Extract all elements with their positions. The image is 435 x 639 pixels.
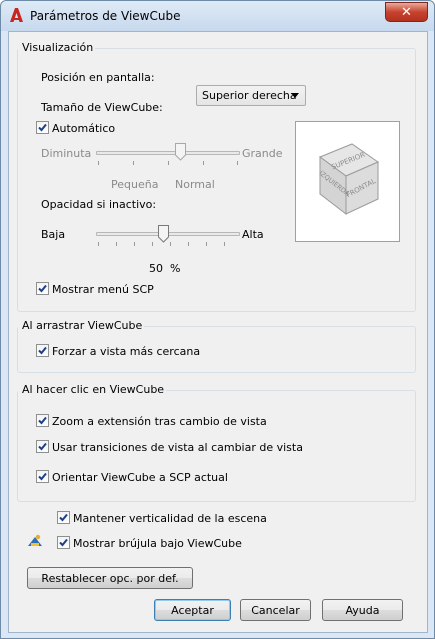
display-group-title: Visualización xyxy=(18,41,96,54)
dialog-client: Visualización Posición en pantalla: Supe… xyxy=(8,31,428,633)
show-compass-checkbox[interactable]: Mostrar brújula bajo ViewCube xyxy=(57,536,242,550)
zoom-extents-label: Zoom a extensión tras cambio de vista xyxy=(52,415,267,428)
size-slider-tick xyxy=(168,161,169,165)
size-slider-tick xyxy=(203,161,204,165)
checkmark-icon xyxy=(59,513,68,522)
size-slider-tick xyxy=(98,161,99,165)
drag-group-title: Al arrastrar ViewCube xyxy=(18,319,145,332)
size-slider-tick xyxy=(237,161,238,165)
view-transitions-checkbox-box[interactable] xyxy=(36,440,49,453)
show-ucs-menu-checkbox-box[interactable] xyxy=(36,282,49,295)
opacity-slider-tick xyxy=(134,242,135,246)
view-transitions-checkbox[interactable]: Usar transiciones de vista al cambiar de… xyxy=(36,440,303,454)
checkmark-icon xyxy=(59,538,68,547)
auto-size-label: Automático xyxy=(52,122,116,135)
zoom-extents-checkbox[interactable]: Zoom a extensión tras cambio de vista xyxy=(36,414,267,428)
size-slider-thumb[interactable] xyxy=(175,143,186,161)
show-ucs-menu-label: Mostrar menú SCP xyxy=(52,283,154,296)
orient-ucs-label: Orientar ViewCube a SCP actual xyxy=(52,471,228,484)
help-label: Ayuda xyxy=(345,603,380,617)
checkmark-icon xyxy=(38,472,47,481)
compass-icon xyxy=(28,534,42,546)
position-label: Posición en pantalla: xyxy=(41,71,155,84)
position-dropdown[interactable]: Superior derecha xyxy=(196,85,306,106)
viewcube-icon: SUPERIOR IZQUIERDA FRONTAL xyxy=(318,143,380,216)
viewcube-preview: SUPERIOR IZQUIERDA FRONTAL xyxy=(295,121,400,242)
ok-button[interactable]: Aceptar xyxy=(154,599,231,621)
keep-scene-upright-label: Mantener verticalidad de la escena xyxy=(73,512,267,525)
cancel-button[interactable]: Cancelar xyxy=(240,599,311,621)
opacity-value: 50 xyxy=(149,262,163,275)
show-compass-checkbox-box[interactable] xyxy=(57,536,70,549)
click-group-title: Al hacer clic en ViewCube xyxy=(18,383,167,396)
dialog-window: Parámetros de ViewCube ✕ Visualización P… xyxy=(0,0,435,639)
checkmark-icon xyxy=(38,416,47,425)
auto-size-checkbox[interactable]: Automático xyxy=(36,121,115,135)
size-max-label: Grande xyxy=(242,147,283,160)
show-compass-label: Mostrar brújula bajo ViewCube xyxy=(73,537,242,550)
zoom-extents-checkbox-box[interactable] xyxy=(36,414,49,427)
opacity-slider-tick xyxy=(152,242,153,246)
restore-defaults-label: Restablecer opc. por def. xyxy=(41,571,179,585)
snap-view-checkbox-box[interactable] xyxy=(36,344,49,357)
ok-label: Aceptar xyxy=(171,603,214,617)
show-ucs-menu-checkbox[interactable]: Mostrar menú SCP xyxy=(36,282,154,296)
auto-size-checkbox-box[interactable] xyxy=(36,121,49,134)
restore-defaults-button[interactable]: Restablecer opc. por def. xyxy=(27,567,193,589)
size-tick-normal-label: Normal xyxy=(175,178,215,191)
opacity-slider-tick xyxy=(170,242,171,246)
opacity-min-label: Baja xyxy=(41,228,66,241)
opacity-slider-tick xyxy=(98,242,99,246)
snap-view-label: Forzar a vista más cercana xyxy=(52,345,201,358)
opacity-label: Opacidad si inactivo: xyxy=(41,198,157,211)
opacity-slider-tick xyxy=(206,242,207,246)
size-slider-track[interactable] xyxy=(96,151,240,155)
size-slider-tick xyxy=(133,161,134,165)
size-label: Tamaño de ViewCube: xyxy=(41,101,163,114)
cancel-label: Cancelar xyxy=(251,603,300,617)
title-bar[interactable]: Parámetros de ViewCube ✕ xyxy=(1,1,434,31)
close-icon: ✕ xyxy=(401,4,412,20)
chevron-down-icon xyxy=(291,93,299,98)
snap-view-checkbox[interactable]: Forzar a vista más cercana xyxy=(36,344,200,358)
checkmark-icon xyxy=(38,123,47,132)
window-title: Parámetros de ViewCube xyxy=(30,9,181,23)
help-button[interactable]: Ayuda xyxy=(322,599,403,621)
drag-group: Al arrastrar ViewCube Forzar a vista más… xyxy=(17,319,416,373)
click-group: Al hacer clic en ViewCube Zoom a extensi… xyxy=(17,383,416,502)
close-button[interactable]: ✕ xyxy=(385,2,428,22)
position-dropdown-value: Superior derecha xyxy=(202,89,297,102)
orient-ucs-checkbox[interactable]: Orientar ViewCube a SCP actual xyxy=(36,470,228,484)
checkmark-icon xyxy=(38,284,47,293)
opacity-slider-tick xyxy=(116,242,117,246)
keep-scene-upright-checkbox-box[interactable] xyxy=(57,511,70,524)
keep-scene-upright-checkbox[interactable]: Mantener verticalidad de la escena xyxy=(57,511,267,525)
autocad-logo-icon xyxy=(10,8,23,22)
orient-ucs-checkbox-box[interactable] xyxy=(36,470,49,483)
size-min-label: Diminuta xyxy=(41,147,92,160)
size-tick-small-label: Pequeña xyxy=(111,178,159,191)
checkmark-icon xyxy=(38,346,47,355)
opacity-slider-thumb[interactable] xyxy=(158,225,169,243)
opacity-slider-tick xyxy=(224,242,225,246)
checkmark-icon xyxy=(38,442,47,451)
view-transitions-label: Usar transiciones de vista al cambiar de… xyxy=(52,441,303,454)
opacity-unit: % xyxy=(170,262,181,275)
opacity-max-label: Alta xyxy=(242,228,264,241)
opacity-slider-tick xyxy=(188,242,189,246)
